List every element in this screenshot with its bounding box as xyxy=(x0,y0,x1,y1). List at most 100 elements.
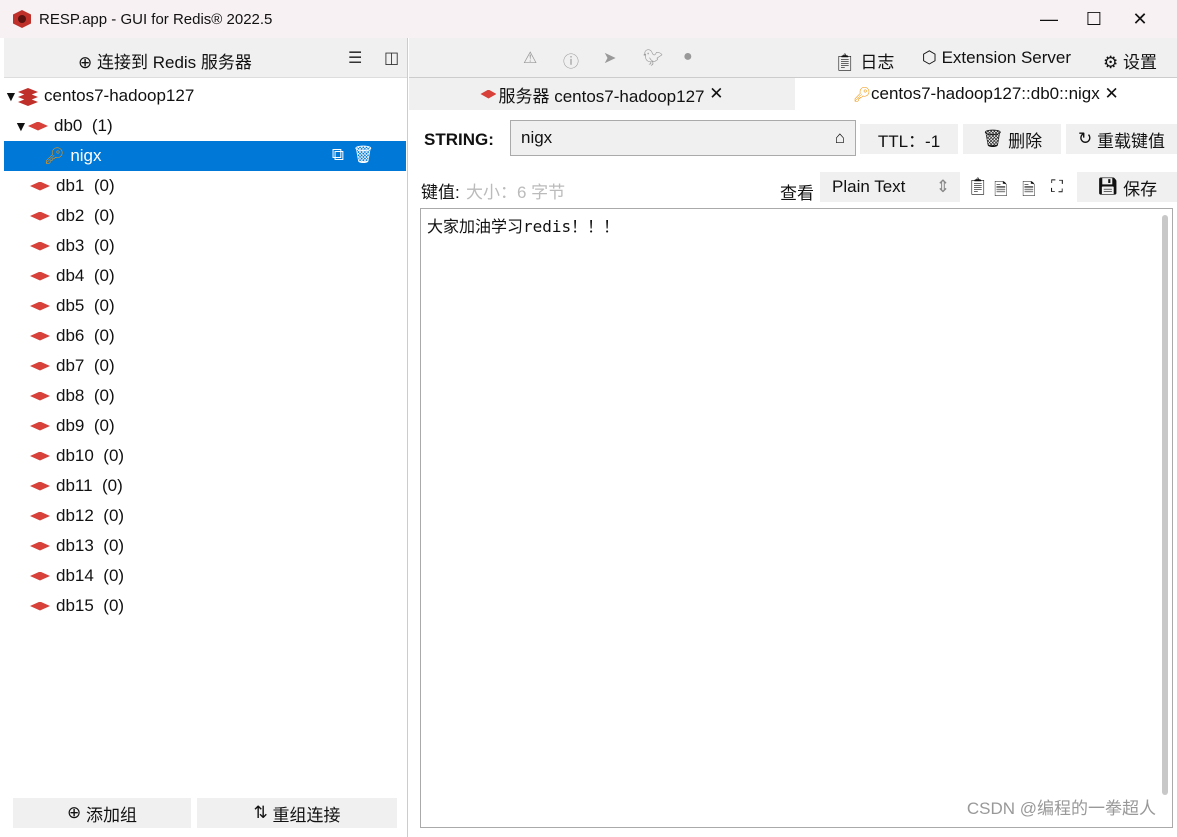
db-item[interactable]: db10 (0) xyxy=(4,441,406,471)
log-button[interactable]: 📋︎ 日志 xyxy=(834,48,894,73)
warning-icon[interactable]: ⚠ xyxy=(523,48,537,68)
db-item[interactable]: db15 (0) xyxy=(4,591,406,621)
db-count: (0) xyxy=(103,506,125,525)
value-text: 大家加油学习redis！！！ xyxy=(427,217,620,236)
db-item[interactable]: db3 (0) xyxy=(4,231,406,261)
close-tab-icon[interactable]: ✕ xyxy=(1105,84,1119,104)
size-label: 大小：6 字节 xyxy=(466,183,566,202)
database-icon xyxy=(30,421,50,431)
db-count: (0) xyxy=(103,536,125,555)
db-name: db15 xyxy=(56,596,94,615)
db-name: db4 xyxy=(56,266,85,285)
format-value: Plain Text xyxy=(832,177,906,196)
db-item[interactable]: db12 (0) xyxy=(4,501,406,531)
app-logo-icon xyxy=(13,10,31,28)
list-icon[interactable]: ☰ xyxy=(348,48,362,68)
db-item[interactable]: db4 (0) xyxy=(4,261,406,291)
binary-file-icon[interactable]: 🗎 xyxy=(1022,177,1036,206)
db-name: db5 xyxy=(56,296,85,315)
server-stack-icon xyxy=(18,86,38,106)
fullscreen-icon[interactable]: ⛶ xyxy=(1051,177,1063,197)
database-icon xyxy=(30,541,50,551)
layout-icon[interactable]: ◫ xyxy=(384,48,399,68)
settings-button[interactable]: ⚙ 设置 xyxy=(1103,48,1157,73)
db-count: (0) xyxy=(93,386,115,405)
plus-circle-icon: ⊕ xyxy=(78,53,93,72)
db-name: db8 xyxy=(56,386,85,405)
help-icon[interactable]: ⓘ xyxy=(563,48,579,72)
close-tab-icon[interactable]: ✕ xyxy=(709,84,723,104)
extension-server-button[interactable]: ⬡ Extension Server xyxy=(922,48,1071,68)
maximize-button[interactable]: ☐ xyxy=(1071,0,1117,38)
expand-icon[interactable]: ▼ xyxy=(4,88,18,104)
trash-icon[interactable]: 🗑︎ xyxy=(352,145,374,165)
telegram-icon[interactable]: ➤ xyxy=(603,48,616,68)
expand-icon[interactable]: ▼ xyxy=(14,118,28,134)
database-icon xyxy=(30,241,50,251)
db-name: db2 xyxy=(56,206,85,225)
sidebar-toolbar: ⊕ 连接到 Redis 服务器 ☰ ◫ xyxy=(4,38,407,78)
gear-icon: ⚙ xyxy=(1103,53,1119,72)
tab-key[interactable]: 🔑︎ centos7-hadoop127::db0::nigx ✕ xyxy=(795,78,1177,110)
db-name: db10 xyxy=(56,446,94,465)
delete-label: 删除 xyxy=(1008,131,1043,151)
save-label: 保存 xyxy=(1123,179,1158,199)
github-icon[interactable]: ● xyxy=(683,48,693,66)
db-name: db3 xyxy=(56,236,85,255)
swap-icon: ⇅ xyxy=(253,803,268,822)
database-icon xyxy=(30,181,50,191)
database-icon xyxy=(480,89,497,99)
copy-value-icon[interactable]: 📋︎ xyxy=(967,177,989,197)
ttl-button[interactable]: TTL：-1 xyxy=(860,124,958,154)
db-item[interactable]: db8 (0) xyxy=(4,381,406,411)
db-item[interactable]: db9 (0) xyxy=(4,411,406,441)
db-item[interactable]: db13 (0) xyxy=(4,531,406,561)
database-icon xyxy=(30,271,50,281)
minimize-button[interactable]: — xyxy=(1026,0,1072,38)
add-group-button[interactable]: ⊕ 添加组 xyxy=(13,798,191,828)
window-title: RESP.app - GUI for Redis® 2022.5 xyxy=(39,10,273,28)
db-name: db11 xyxy=(56,476,93,495)
connect-button[interactable]: ⊕ 连接到 Redis 服务器 xyxy=(78,48,252,73)
db-name: db6 xyxy=(56,326,85,345)
db-item[interactable]: db11 (0) xyxy=(4,471,406,501)
database-icon xyxy=(30,601,50,611)
value-editor[interactable]: 大家加油学习redis！！！ CSDN @编程的一拳超人 xyxy=(420,208,1173,828)
tab-bar: 服务器 centos7-hadoop127 ✕ 🔑︎ centos7-hadoop… xyxy=(409,78,1177,110)
key-name-input[interactable]: nigx ⌂ xyxy=(510,120,856,156)
twitter-icon[interactable]: 🐦︎ xyxy=(643,48,663,68)
db-item[interactable]: db7 (0) xyxy=(4,351,406,381)
db-item[interactable]: db1 (0) xyxy=(4,171,406,201)
copy-icon[interactable]: ⧉ xyxy=(332,145,344,165)
code-file-icon[interactable]: 🗎 xyxy=(994,177,1008,206)
db-count: (0) xyxy=(93,296,115,315)
db-count: (0) xyxy=(93,326,115,345)
database-icon xyxy=(30,211,50,221)
scrollbar[interactable] xyxy=(1162,215,1168,795)
main-panel: ⚠ ⓘ ➤ 🐦︎ ● 📋︎ 日志 ⬡ Extension Server ⚙ 设置… xyxy=(409,38,1177,837)
db-name: db12 xyxy=(56,506,94,525)
db-item[interactable]: db2 (0) xyxy=(4,201,406,231)
server-item[interactable]: ▼ centos7-hadoop127 xyxy=(4,81,406,111)
delete-button[interactable]: 🗑︎ 删除 xyxy=(963,124,1061,154)
broom-icon[interactable]: ⌂ xyxy=(835,128,845,148)
sidebar: ⊕ 连接到 Redis 服务器 ☰ ◫ ▼ centos7-hadoop127 … xyxy=(4,38,408,837)
regroup-button[interactable]: ⇅ 重组连接 xyxy=(197,798,397,828)
db-count: (0) xyxy=(93,176,115,195)
db-name: db14 xyxy=(56,566,94,585)
close-button[interactable]: ✕ xyxy=(1117,0,1163,38)
db-item[interactable]: db14 (0) xyxy=(4,561,406,591)
db-item[interactable]: db5 (0) xyxy=(4,291,406,321)
database-icon xyxy=(28,121,48,131)
key-item[interactable]: 🔑︎ nigx ⧉ 🗑︎ xyxy=(4,141,406,171)
settings-label: 设置 xyxy=(1122,53,1157,72)
save-button[interactable]: 💾︎ 保存 xyxy=(1077,172,1177,202)
db-item[interactable]: db6 (0) xyxy=(4,321,406,351)
database-icon xyxy=(30,361,50,371)
connection-tree: ▼ centos7-hadoop127 ▼ db0 (1) 🔑︎ nigx ⧉ … xyxy=(4,81,406,621)
db-item[interactable]: ▼ db0 (1) xyxy=(4,111,406,141)
reload-button[interactable]: ↻ 重载键值 xyxy=(1066,124,1177,154)
tab-server[interactable]: 服务器 centos7-hadoop127 ✕ xyxy=(409,78,795,110)
db-count: (1) xyxy=(91,116,113,135)
format-select[interactable]: Plain Text ⇕ xyxy=(820,172,960,202)
